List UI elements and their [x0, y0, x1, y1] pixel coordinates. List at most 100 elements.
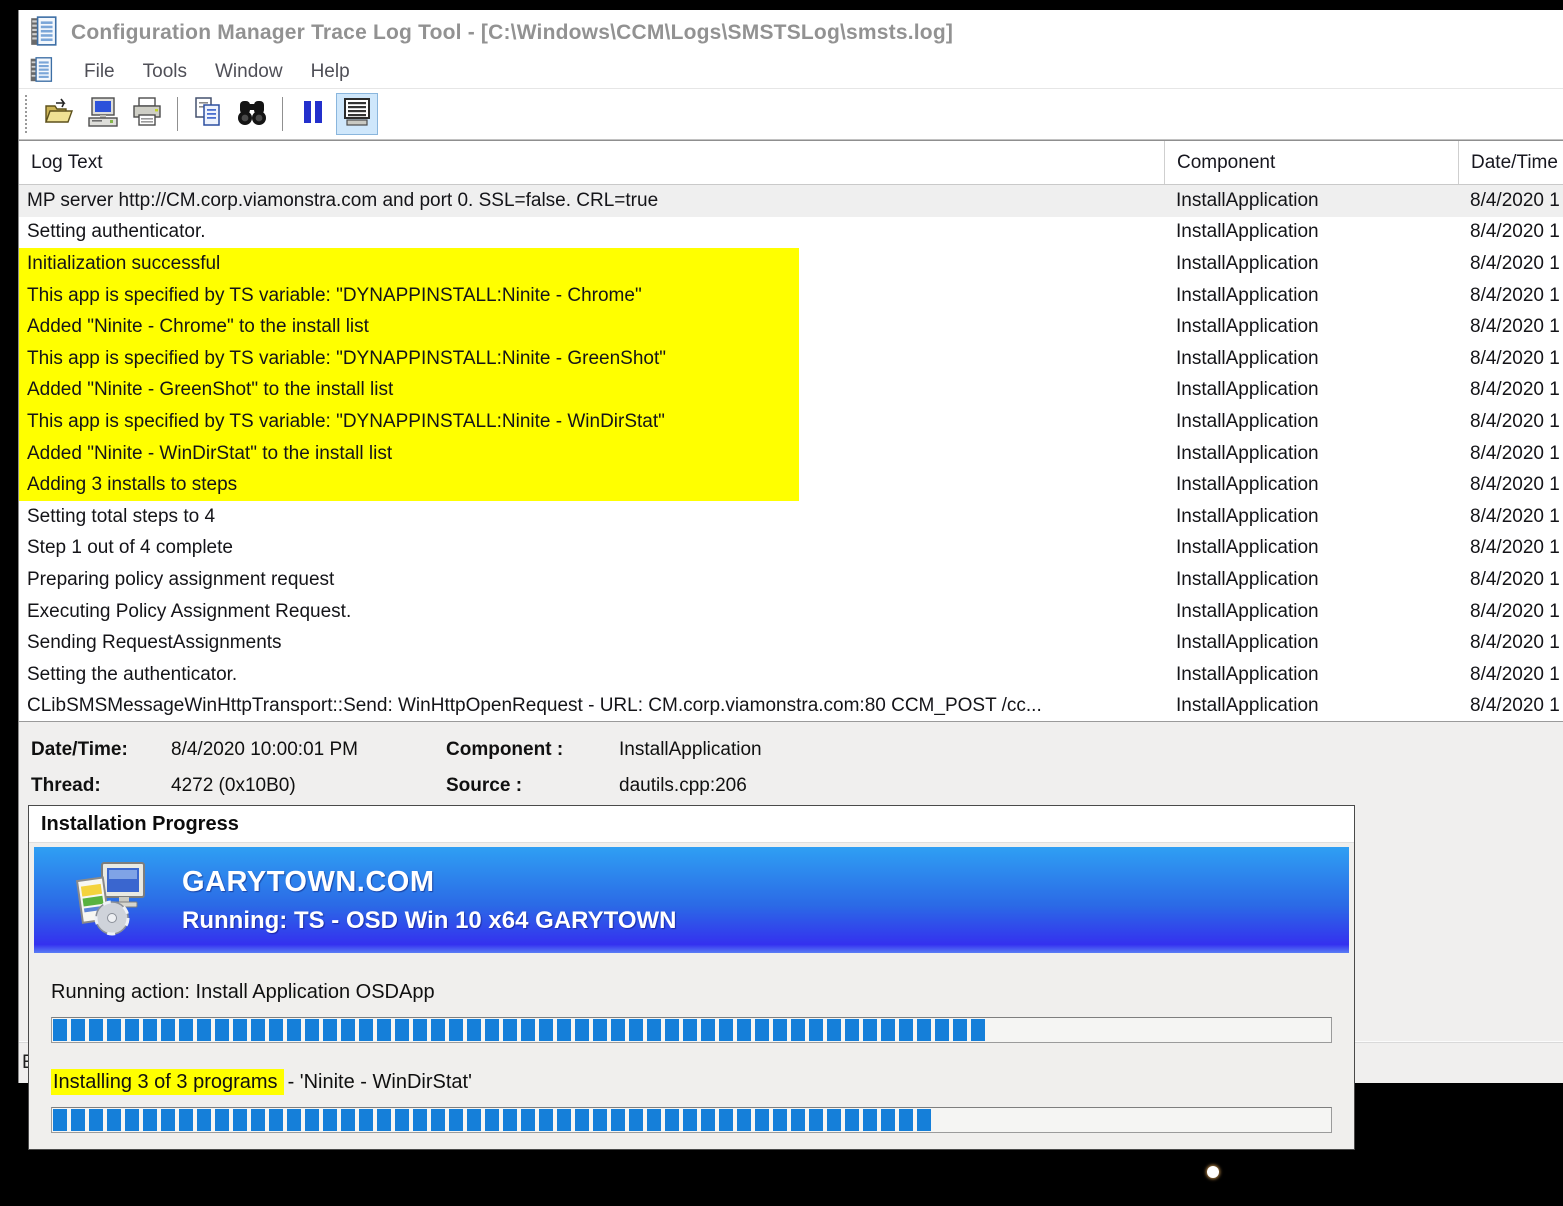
table-cell: InstallApplication: [1164, 537, 1458, 559]
table-cell: 8/4/2020 1: [1458, 474, 1563, 496]
running-action-text: Running action: Install Application OSDA…: [51, 981, 1332, 1004]
log-table-body: MP server http://CM.corp.viamonstra.com …: [19, 185, 1563, 722]
overall-progress-fill: [53, 1019, 985, 1041]
table-cell: 8/4/2020 1: [1458, 443, 1563, 465]
table-cell: 8/4/2020 1: [1458, 537, 1563, 559]
pause-button[interactable]: [292, 93, 334, 135]
details-view-icon: [341, 96, 373, 133]
brand-text: GARYTOWN.COM: [182, 866, 676, 899]
menu-help[interactable]: Help: [297, 61, 364, 83]
binoculars-icon: [236, 96, 268, 133]
toolbar-gripper[interactable]: [25, 95, 29, 133]
column-header-datetime[interactable]: Date/Time: [1458, 141, 1563, 184]
table-cell: 8/4/2020 1: [1458, 601, 1563, 623]
table-cell: InstallApplication: [1164, 695, 1458, 717]
installing-program-name: - 'Ninite - WinDirStat': [284, 1071, 472, 1093]
table-cell: Adding 3 installs to steps: [19, 474, 1164, 496]
table-cell: Setting the authenticator.: [19, 664, 1164, 686]
table-row[interactable]: Preparing policy assignment requestInsta…: [19, 564, 1563, 596]
table-cell: 8/4/2020 1: [1458, 348, 1563, 370]
computer-icon: [87, 96, 119, 133]
table-cell: InstallApplication: [1164, 664, 1458, 686]
toolbar: [19, 88, 1563, 140]
program-progress-fill: [53, 1109, 934, 1131]
table-cell: InstallApplication: [1164, 348, 1458, 370]
table-cell: InstallApplication: [1164, 221, 1458, 243]
table-row[interactable]: This app is specified by TS variable: "D…: [19, 406, 1563, 438]
table-row[interactable]: Sending RequestAssignmentsInstallApplica…: [19, 627, 1563, 659]
table-row[interactable]: Added "Ninite - GreenShot" to the instal…: [19, 375, 1563, 407]
computer-button[interactable]: [82, 93, 124, 135]
table-row[interactable]: CLibSMSMessageWinHttpTransport::Send: Wi…: [19, 691, 1563, 723]
detail-datetime-value: 8/4/2020 10:00:01 PM: [171, 739, 446, 761]
column-header-log-text[interactable]: Log Text: [19, 141, 1164, 184]
pause-icon: [300, 98, 326, 131]
table-cell: Added "Ninite - Chrome" to the install l…: [19, 316, 1164, 338]
menu-tools[interactable]: Tools: [129, 61, 201, 83]
table-cell: InstallApplication: [1164, 316, 1458, 338]
table-cell: Executing Policy Assignment Request.: [19, 601, 1164, 623]
table-row[interactable]: This app is specified by TS variable: "D…: [19, 280, 1563, 312]
table-cell: 8/4/2020 1: [1458, 695, 1563, 717]
dialog-banner: GARYTOWN.COM Running: TS - OSD Win 10 x6…: [34, 847, 1349, 953]
copy-button[interactable]: [187, 93, 229, 135]
table-cell: InstallApplication: [1164, 632, 1458, 654]
print-button[interactable]: [126, 93, 168, 135]
detail-component-label: Component :: [446, 739, 619, 761]
column-header-component[interactable]: Component: [1164, 141, 1458, 184]
table-row[interactable]: This app is specified by TS variable: "D…: [19, 343, 1563, 375]
table-cell: Added "Ninite - WinDirStat" to the insta…: [19, 443, 1164, 465]
table-cell: Step 1 out of 4 complete: [19, 537, 1164, 559]
table-cell: Setting total steps to 4: [19, 506, 1164, 528]
table-cell: 8/4/2020 1: [1458, 316, 1563, 338]
table-cell: 8/4/2020 1: [1458, 221, 1563, 243]
open-folder-icon: [43, 97, 75, 132]
table-cell: This app is specified by TS variable: "D…: [19, 411, 1164, 433]
log-grid: Log Text Component Date/Time MP server h…: [19, 140, 1563, 722]
dialog-body: Running action: Install Application OSDA…: [29, 981, 1354, 1133]
table-cell: Added "Ninite - GreenShot" to the instal…: [19, 379, 1164, 401]
table-cell: 8/4/2020 1: [1458, 664, 1563, 686]
table-cell: 8/4/2020 1: [1458, 506, 1563, 528]
table-row[interactable]: Adding 3 installs to stepsInstallApplica…: [19, 469, 1563, 501]
toolbar-separator: [177, 97, 178, 131]
find-button[interactable]: [231, 93, 273, 135]
detail-thread-value: 4272 (0x10B0): [171, 775, 446, 797]
overall-progress-bar: [51, 1017, 1332, 1043]
table-cell: 8/4/2020 1: [1458, 411, 1563, 433]
table-row[interactable]: Initialization successfulInstallApplicat…: [19, 248, 1563, 280]
program-progress-bar: [51, 1107, 1332, 1133]
cursor-dot: [1207, 1166, 1219, 1178]
menu-file[interactable]: File: [70, 61, 129, 83]
table-row[interactable]: Executing Policy Assignment Request.Inst…: [19, 596, 1563, 628]
table-cell: InstallApplication: [1164, 379, 1458, 401]
table-row[interactable]: Added "Ninite - WinDirStat" to the insta…: [19, 438, 1563, 470]
document-icon: [29, 56, 54, 88]
table-cell: MP server http://CM.corp.viamonstra.com …: [19, 190, 1164, 212]
table-cell: Setting authenticator.: [19, 221, 1164, 243]
table-cell: Initialization successful: [19, 253, 1164, 275]
table-row[interactable]: Setting the authenticator.InstallApplica…: [19, 659, 1563, 691]
table-cell: 8/4/2020 1: [1458, 379, 1563, 401]
table-cell: 8/4/2020 1: [1458, 632, 1563, 654]
installing-status-line: Installing 3 of 3 programs- 'Ninite - Wi…: [51, 1071, 1332, 1094]
table-cell: 8/4/2020 1: [1458, 253, 1563, 275]
table-row[interactable]: MP server http://CM.corp.viamonstra.com …: [19, 185, 1563, 217]
table-cell: 8/4/2020 1: [1458, 190, 1563, 212]
table-row[interactable]: Added "Ninite - Chrome" to the install l…: [19, 311, 1563, 343]
table-row[interactable]: Setting total steps to 4InstallApplicati…: [19, 501, 1563, 533]
details-view-button[interactable]: [336, 93, 378, 135]
table-row[interactable]: Setting authenticator.InstallApplication…: [19, 217, 1563, 249]
toolbar-separator: [282, 97, 283, 131]
detail-datetime-label: Date/Time:: [31, 739, 171, 761]
menu-window[interactable]: Window: [201, 61, 297, 83]
title-bar: Configuration Manager Trace Log Tool - […: [19, 10, 1563, 56]
table-cell: Sending RequestAssignments: [19, 632, 1164, 654]
table-cell: InstallApplication: [1164, 506, 1458, 528]
table-cell: Preparing policy assignment request: [19, 569, 1164, 591]
table-row[interactable]: Step 1 out of 4 completeInstallApplicati…: [19, 533, 1563, 565]
running-task-sequence-text: Running: TS - OSD Win 10 x64 GARYTOWN: [182, 907, 676, 935]
open-button[interactable]: [38, 93, 80, 135]
table-cell: This app is specified by TS variable: "D…: [19, 348, 1164, 370]
table-cell: InstallApplication: [1164, 474, 1458, 496]
